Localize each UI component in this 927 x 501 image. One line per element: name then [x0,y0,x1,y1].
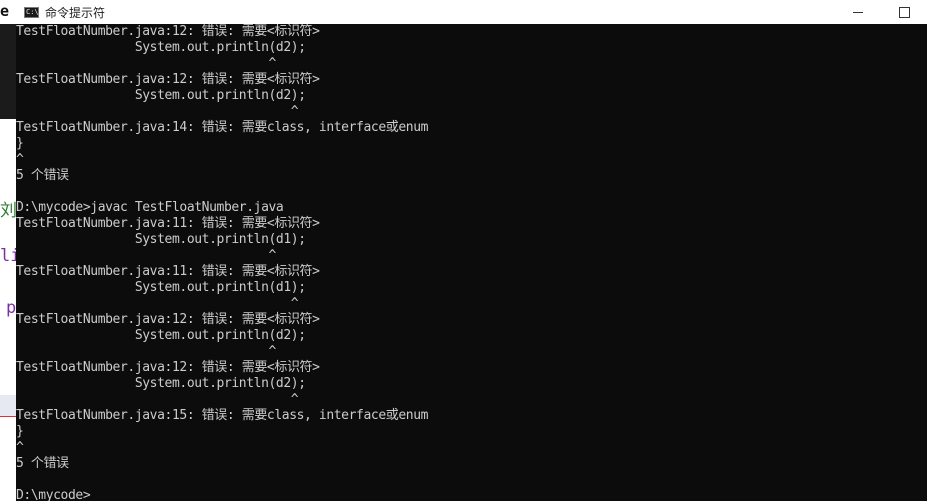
maximize-button[interactable] [881,0,927,24]
background-editor: e 刘 li p [0,0,16,501]
editor-error-underline [0,416,16,417]
console-line: System.out.println(d2); [16,328,306,343]
console-line: ^ [16,56,277,71]
window-title: 命令提示符 [45,5,106,20]
console-output[interactable]: TestFloatNumber.java:12: 错误: 需要<标识符> Sys… [16,24,927,501]
console-line: TestFloatNumber.java:11: 错误: 需要<标识符> [16,216,320,231]
console-line: TestFloatNumber.java:11: 错误: 需要<标识符> [16,264,320,279]
console-line: TestFloatNumber.java:12: 错误: 需要<标识符> [16,360,320,375]
console-line: ^ [16,104,299,119]
console-line: 5 个错误 [16,168,69,183]
console-line: ^ [16,248,277,263]
console-line: TestFloatNumber.java:15: 错误: 需要class, in… [16,408,429,423]
editor-selection [0,395,16,417]
console-lines: TestFloatNumber.java:12: 错误: 需要<标识符> Sys… [16,24,428,501]
console-line: ^ [16,344,277,359]
console-line: System.out.println(d2); [16,376,306,391]
console-line: D:\mycode> [16,488,91,501]
console-line: TestFloatNumber.java:12: 错误: 需要<标识符> [16,312,320,327]
console-line: TestFloatNumber.java:12: 错误: 需要<标识符> [16,24,320,39]
console-line: } [16,424,24,439]
editor-dark-panel [0,24,16,119]
console-line: D:\mycode>javac TestFloatNumber.java [16,200,284,215]
console-line: TestFloatNumber.java:14: 错误: 需要class, in… [16,120,429,135]
editor-fragment: li [0,246,16,266]
console-line: ^ [16,392,299,407]
console-line: System.out.println(d2); [16,88,306,103]
console-line: TestFloatNumber.java:12: 错误: 需要<标识符> [16,72,320,87]
minimize-icon [853,11,863,13]
maximize-icon [898,6,910,18]
cmd-window[interactable]: C:\ 命令提示符 TestFloatNumber.java:12: 错误: 需… [16,0,927,501]
cmd-icon: C:\ [24,6,39,18]
console-line: System.out.println(d1); [16,232,306,247]
console-line: ^ [16,296,299,311]
minimize-button[interactable] [835,0,881,24]
editor-fragment: p [6,298,16,318]
editor-fragment: 刘 [0,201,16,221]
window-controls [835,0,927,24]
console-line: 5 个错误 [16,456,69,471]
console-line: ^ [16,152,24,167]
title-bar[interactable]: C:\ 命令提示符 [16,0,927,24]
console-line: ^ [16,440,24,455]
console-line: } [16,136,24,151]
editor-fragment: e [0,2,10,20]
console-line: System.out.println(d1); [16,280,306,295]
console-line: System.out.println(d2); [16,40,306,55]
